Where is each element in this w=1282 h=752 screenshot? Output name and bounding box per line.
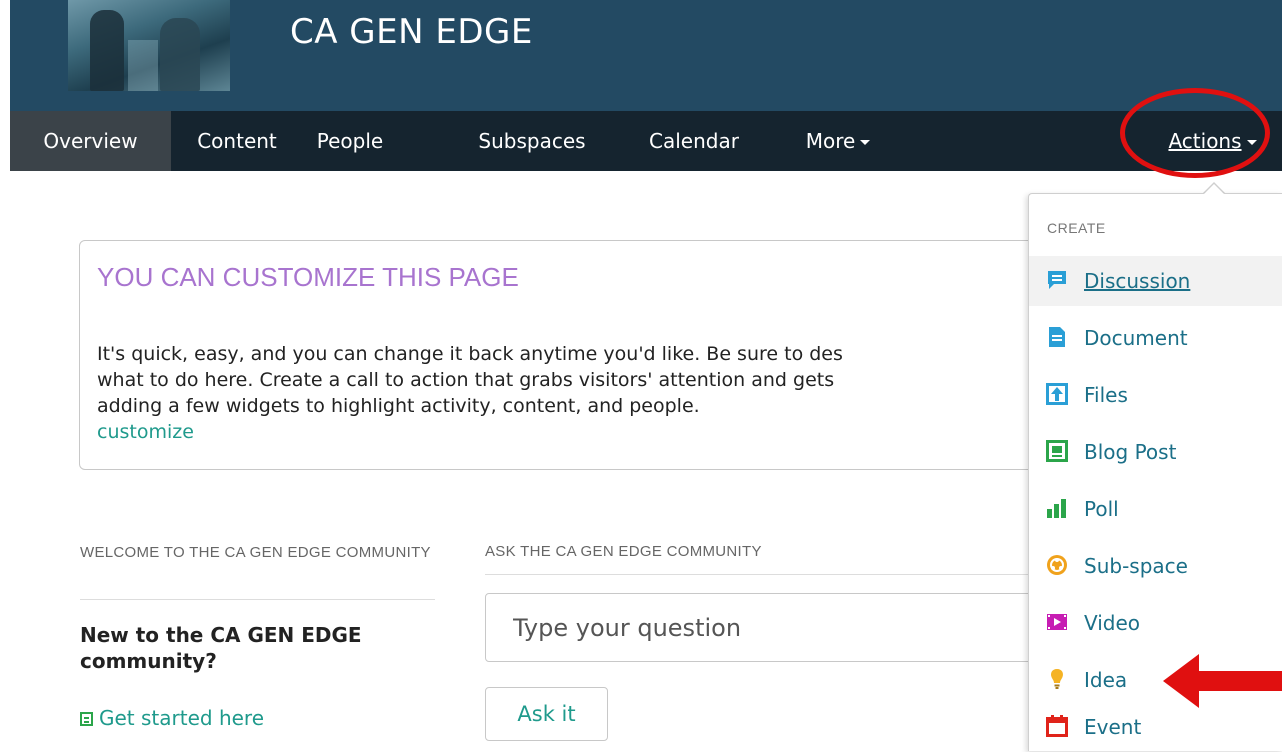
discussion-icon [1048,271,1066,289]
menu-item-video[interactable]: Video [1029,598,1282,648]
customize-link[interactable]: customize [97,421,194,443]
menu-item-label: Discussion [1084,269,1191,293]
nav-more-label: More [805,129,856,153]
menu-item-files[interactable]: Files [1029,370,1282,420]
get-started-label: Get started here [99,706,265,730]
blog-post-icon [1046,440,1068,462]
menu-item-label: Blog Post [1084,440,1177,464]
space-title: CA GEN EDGE [290,12,533,52]
welcome-text: New to the CA GEN EDGE community? [80,623,362,673]
menu-item-event[interactable]: Event [1029,702,1282,752]
menu-item-label: Poll [1084,497,1119,521]
divider [485,574,1030,575]
ask-it-button[interactable]: Ask it [485,687,608,741]
nav-tab-content[interactable]: Content [182,111,292,171]
idea-icon [1051,669,1063,689]
menu-item-sub-space[interactable]: Sub-space [1029,541,1282,591]
space-nav-bar: Overview Content People Subspaces Calend… [10,111,1282,171]
files-icon [1046,383,1068,405]
event-icon [1046,715,1068,737]
customize-page-panel: YOU CAN CUSTOMIZE THIS PAGE It's quick, … [79,240,1079,470]
menu-item-label: Document [1084,326,1188,350]
menu-item-label: Files [1084,383,1128,407]
nav-tab-subspaces[interactable]: Subspaces [462,111,602,171]
question-input[interactable] [485,593,1045,662]
blog-post-icon [80,712,93,726]
get-started-link[interactable]: Get started here [80,706,264,730]
customize-description: It's quick, easy, and you can change it … [97,341,1037,445]
ask-heading: ASK THE CA GEN EDGE COMMUNITY [485,543,762,560]
menu-item-label: Idea [1084,668,1128,692]
sub-space-icon [1047,555,1067,575]
customize-title: YOU CAN CUSTOMIZE THIS PAGE [97,262,519,292]
customize-text-line: adding a few widgets to highlight activi… [97,395,700,417]
poll-icon [1047,499,1066,518]
dropdown-notch-inner [1204,184,1224,194]
annotation-arrow-icon [1163,654,1282,708]
menu-item-discussion[interactable]: Discussion [1029,256,1282,306]
nav-tab-people[interactable]: People [300,111,400,171]
divider [80,599,435,600]
menu-item-document[interactable]: Document [1029,313,1282,363]
space-header: CA GEN EDGE [10,0,1282,111]
document-icon [1049,327,1065,347]
menu-item-label: Video [1084,611,1141,635]
customize-text-line: It's quick, easy, and you can change it … [97,343,843,365]
space-banner-image [68,0,230,91]
nav-tab-calendar[interactable]: Calendar [632,111,756,171]
chevron-down-icon [860,140,871,145]
nav-more-menu[interactable]: More [788,111,888,171]
menu-item-poll[interactable]: Poll [1029,484,1282,534]
welcome-heading: WELCOME TO THE CA GEN EDGE COMMUNITY [80,544,431,561]
menu-item-label: Sub-space [1084,554,1188,578]
menu-item-blog-post[interactable]: Blog Post [1029,427,1282,477]
create-heading: CREATE [1047,220,1106,236]
annotation-circle [1120,88,1270,178]
customize-text-line: what to do here. Create a call to action… [97,369,835,391]
video-icon [1047,614,1067,630]
nav-tab-overview[interactable]: Overview [10,111,171,171]
menu-item-label: Event [1084,715,1142,739]
